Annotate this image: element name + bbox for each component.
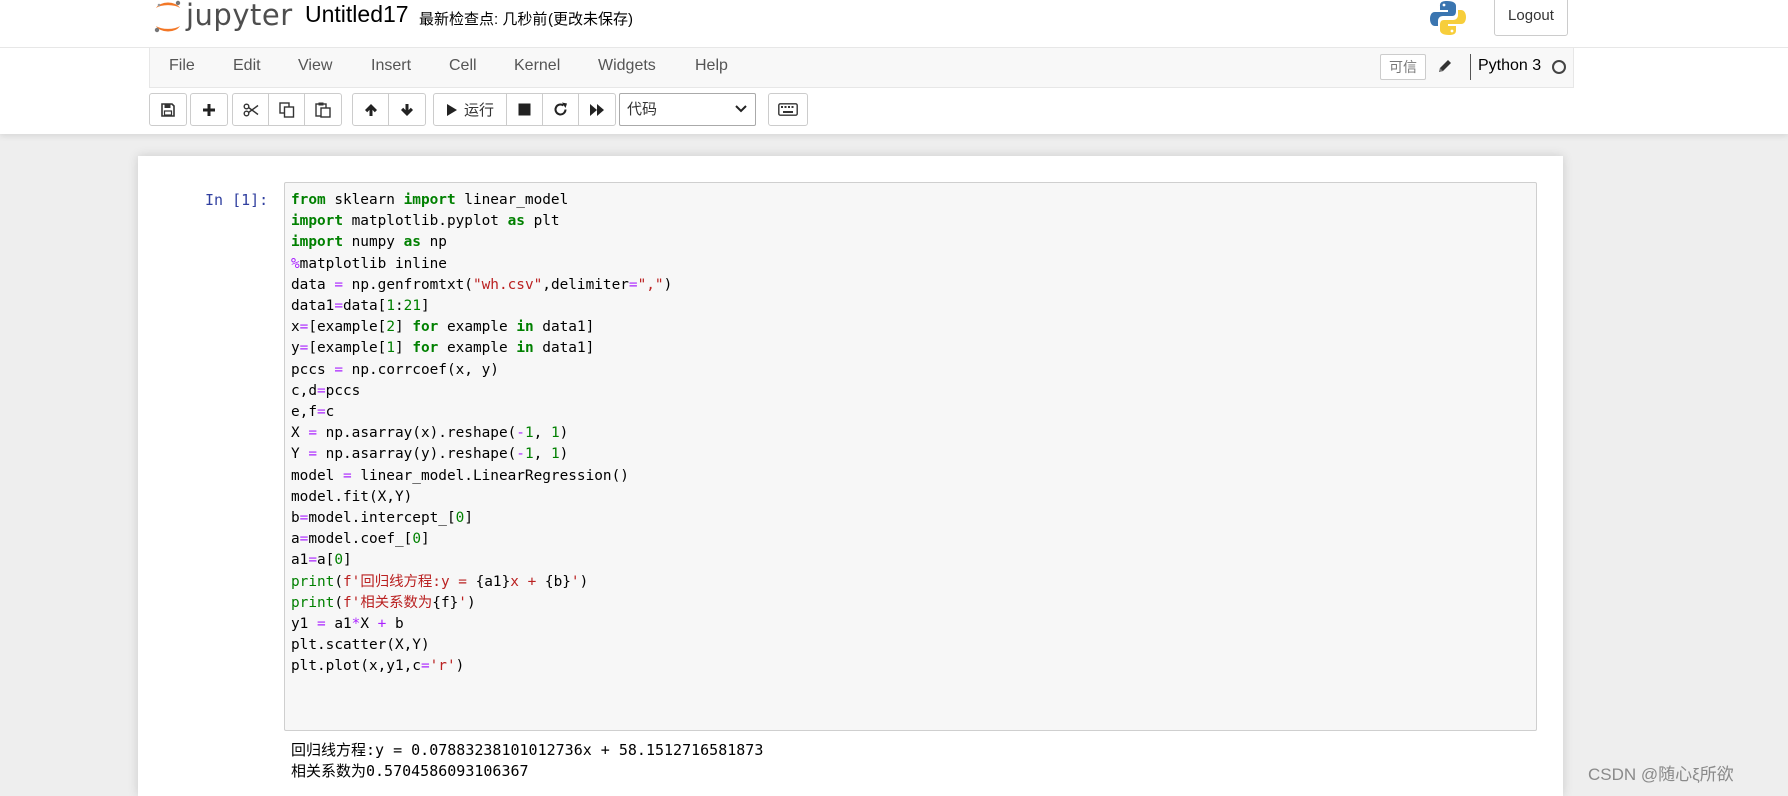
output-line-regression: 回归线方程:y = 0.07883238101012736x + 58.1512… bbox=[291, 741, 764, 759]
code-line-7: x=[example[2] for example in data1] bbox=[291, 319, 595, 336]
jupyter-logo-icon bbox=[154, 0, 181, 33]
python-logo-icon bbox=[1430, 1, 1466, 35]
keyboard-icon bbox=[778, 103, 798, 116]
toolbar-insert-group bbox=[190, 93, 228, 126]
csdn-watermark: CSDN @随心ξ所欲 bbox=[1588, 765, 1734, 784]
trusted-notebook-badge[interactable]: 可信 bbox=[1380, 54, 1426, 80]
code-line-13: Y = np.asarray(y).reshape(-1, 1) bbox=[291, 446, 569, 463]
code-line-22: plt.scatter(X,Y) bbox=[291, 637, 430, 654]
code-line-21: y1 = a1*X + b bbox=[291, 616, 404, 633]
kernel-name[interactable]: Python 3 bbox=[1478, 57, 1541, 75]
code-line-23: plt.plot(x,y1,c='r') bbox=[291, 658, 465, 675]
interrupt-kernel-button[interactable] bbox=[507, 94, 543, 125]
scissors-icon bbox=[243, 103, 258, 116]
code-line-16: b=model.intercept_[0] bbox=[291, 510, 473, 527]
code-line-14: model = linear_model.LinearRegression() bbox=[291, 467, 629, 484]
toolbar-command-group bbox=[768, 93, 808, 126]
cell-type-value: 代码 bbox=[627, 101, 658, 118]
copy-cell-button[interactable] bbox=[269, 94, 305, 125]
code-line-11: e,f=c bbox=[291, 404, 335, 421]
toolbar-run-group: 运行 bbox=[433, 93, 616, 126]
code-line-3: import numpy as np bbox=[291, 234, 447, 251]
run-button-label: 运行 bbox=[463, 102, 494, 119]
code-line-12: X = np.asarray(x).reshape(-1, 1) bbox=[291, 425, 569, 442]
code-line-10: c,d=pccs bbox=[291, 382, 361, 399]
play-icon bbox=[446, 103, 457, 116]
toolbar-save-group bbox=[149, 93, 187, 126]
menu-edit[interactable]: Edit bbox=[233, 57, 261, 75]
chevron-down-icon bbox=[735, 105, 747, 113]
stop-icon bbox=[518, 103, 531, 116]
cut-cell-button[interactable] bbox=[233, 94, 269, 125]
move-cell-up-button[interactable] bbox=[353, 94, 389, 125]
fast-forward-icon bbox=[590, 103, 604, 116]
notebook-name[interactable]: Untitled17 bbox=[305, 1, 409, 28]
code-line-5: data = np.genfromtxt("wh.csv",delimiter=… bbox=[291, 276, 673, 293]
logout-button[interactable]: Logout bbox=[1494, 0, 1568, 36]
pencil-icon[interactable] bbox=[1436, 57, 1454, 77]
menu-view[interactable]: View bbox=[298, 57, 332, 75]
output-line-correlation: 相关系数为0.5704586093106367 bbox=[291, 762, 529, 780]
code-line-15: model.fit(X,Y) bbox=[291, 488, 413, 505]
restart-kernel-button[interactable] bbox=[543, 94, 579, 125]
toolbar-move-group bbox=[352, 93, 426, 126]
plus-icon bbox=[203, 103, 215, 116]
jupyter-logo[interactable]: jupyter bbox=[152, 0, 292, 36]
code-line-9: pccs = np.corrcoef(x, y) bbox=[291, 361, 499, 378]
menu-kernel[interactable]: Kernel bbox=[514, 57, 560, 75]
insert-cell-below-button[interactable] bbox=[191, 94, 227, 125]
cell-type-select[interactable]: 代码 bbox=[619, 93, 756, 126]
code-line-18: a1=a[0] bbox=[291, 552, 352, 569]
arrow-down-icon bbox=[401, 103, 413, 116]
restart-run-all-button[interactable] bbox=[579, 94, 615, 125]
run-cell-button[interactable]: 运行 bbox=[434, 94, 507, 125]
code-line-8: y=[example[1] for example in data1] bbox=[291, 340, 595, 357]
code-line-20: print(f'相关系数为{f}') bbox=[291, 594, 476, 611]
jupyter-logo-text: jupyter bbox=[186, 0, 293, 32]
floppy-disk-icon bbox=[161, 102, 175, 117]
menu-widgets[interactable]: Widgets bbox=[598, 57, 656, 75]
cell-output: 回归线方程:y = 0.07883238101012736x + 58.1512… bbox=[291, 740, 763, 782]
code-line-4: %matplotlib inline bbox=[291, 255, 447, 272]
header: jupyter Untitled17 最新检查点: 几秒前 (更改未保存) Lo… bbox=[0, 0, 1788, 134]
code-editor[interactable]: from sklearn import linear_model import … bbox=[291, 190, 672, 678]
code-line-1: from sklearn import linear_model bbox=[291, 192, 569, 208]
code-line-2: import matplotlib.pyplot as plt bbox=[291, 213, 560, 230]
input-prompt: In [1]: bbox=[205, 191, 269, 209]
save-button[interactable] bbox=[150, 94, 186, 125]
arrow-up-icon bbox=[364, 103, 377, 116]
kernel-idle-indicator-icon bbox=[1552, 60, 1566, 74]
toolbar-clipboard-group bbox=[232, 93, 342, 126]
command-palette-button[interactable] bbox=[769, 94, 807, 125]
menu-file[interactable]: File bbox=[169, 57, 195, 75]
code-line-6: data1=data[1:21] bbox=[291, 298, 430, 315]
menu-cell[interactable]: Cell bbox=[449, 57, 477, 75]
checkpoint-status: 最新检查点: 几秒前 bbox=[419, 11, 548, 28]
code-line-17: a=model.coef_[0] bbox=[291, 531, 430, 548]
copy-icon bbox=[278, 101, 294, 118]
menu-insert[interactable]: Insert bbox=[371, 57, 411, 75]
menubar: File Edit View Insert Cell Kernel Widget… bbox=[149, 48, 1574, 88]
menu-help[interactable]: Help bbox=[695, 57, 728, 75]
paste-icon bbox=[315, 102, 331, 118]
paste-cell-button[interactable] bbox=[305, 94, 341, 125]
header-bar: jupyter Untitled17 最新检查点: 几秒前 (更改未保存) Lo… bbox=[0, 0, 1788, 48]
refresh-icon bbox=[554, 102, 567, 116]
code-line-19: print(f'回归线方程:y = {a1}x + {b}') bbox=[291, 573, 589, 590]
kernel-separator bbox=[1470, 54, 1471, 80]
autosave-status: (更改未保存) bbox=[548, 11, 633, 28]
move-cell-down-button[interactable] bbox=[389, 94, 425, 125]
